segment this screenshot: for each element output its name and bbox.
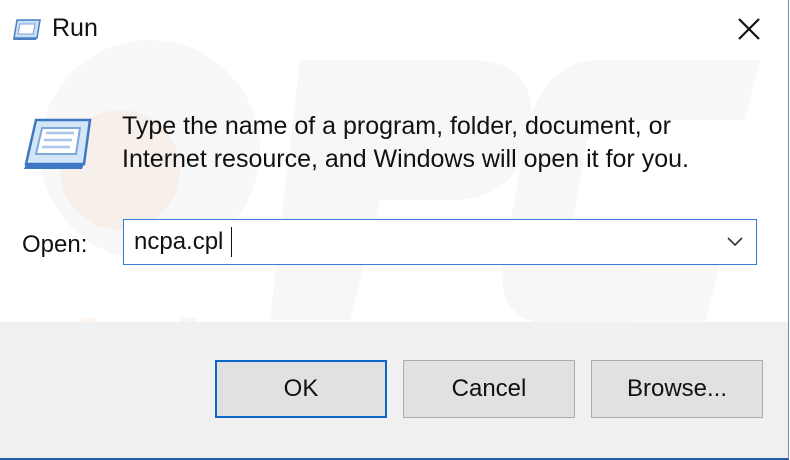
dropdown-button[interactable] [722,232,748,252]
close-icon [738,18,760,40]
instructions-text: Type the name of a program, folder, docu… [122,112,689,173]
open-combobox[interactable] [123,219,757,265]
cancel-button[interactable]: Cancel [403,360,575,418]
window-title: Run [52,14,98,42]
open-label: Open: [22,231,88,258]
button-bar: OK Cancel Browse... [0,322,788,458]
close-button[interactable] [720,0,778,58]
chevron-down-icon [727,237,743,247]
run-icon [13,19,41,40]
run-icon [24,118,92,169]
title-bar: Run [0,0,788,58]
browse-button[interactable]: Browse... [591,360,763,418]
text-caret [231,227,232,257]
ok-button[interactable]: OK [215,360,387,418]
run-dialog: risk.com Run Type the name of a program,… [0,0,789,460]
open-input[interactable] [124,220,714,264]
